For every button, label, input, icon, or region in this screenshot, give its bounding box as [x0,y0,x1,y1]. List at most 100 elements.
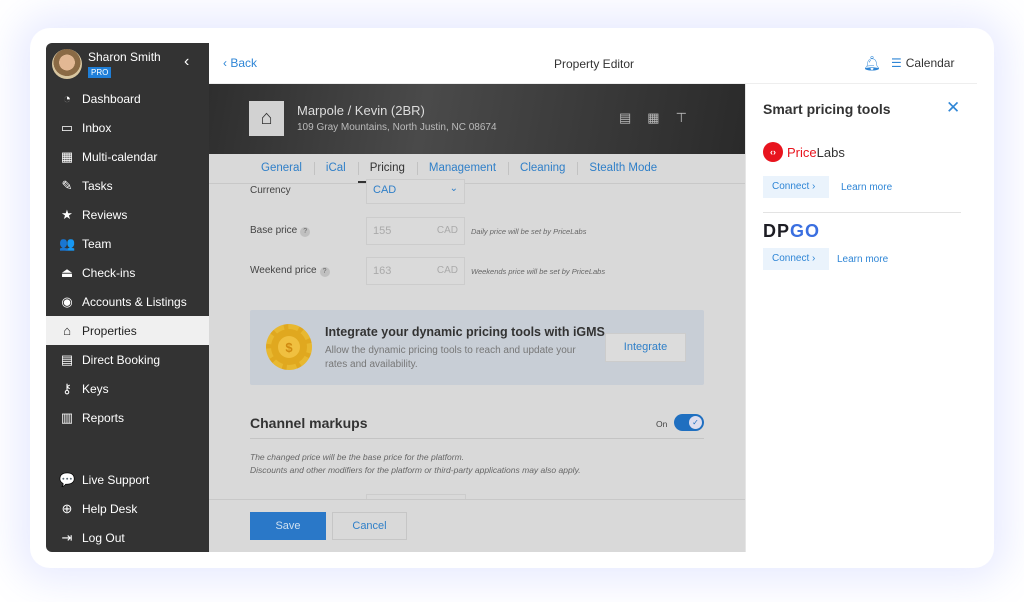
channel-markups-toggle[interactable]: ✓ [674,414,704,431]
home-icon: ⌂ [249,101,284,136]
sidebar-item-inbox[interactable]: ▭ Inbox [46,113,209,142]
weekend-price-hint: Weekends price will be set by PriceLabs [471,267,606,276]
currency-label: Currency [250,185,291,196]
star-icon: ★ [61,206,73,222]
property-editor: ⌂ Marpole / Kevin (2BR) 109 Gray Mountai… [209,84,745,552]
back-button[interactable]: ‹ Back [223,56,257,70]
sidebar-item-label: Multi-calendar [82,149,158,164]
tab-stealth-mode[interactable]: Stealth Mode [577,154,669,183]
dashboard-icon: ◔ [63,91,71,106]
dpgo-learn-more-link[interactable]: Learn more [837,254,888,265]
divider [250,438,704,439]
calendar-search-icon: ☰ [891,56,902,70]
sidebar-item-label: Keys [82,381,109,396]
save-button[interactable]: Save [250,512,326,540]
tab-cleaning[interactable]: Cleaning [508,154,577,183]
tab-general[interactable]: General [249,154,314,183]
sidebar-item-tasks[interactable]: ✎ Tasks [46,171,209,200]
weekend-price-unit: CAD [436,265,458,276]
sidebar-item-dashboard[interactable]: ◔ Dashboard [46,84,209,113]
close-icon[interactable]: ✕ [946,98,960,118]
pricelabs-connect-button[interactable]: Connect › [763,176,829,198]
weekend-price-value: 163 [373,265,392,277]
sidebar-item-reviews[interactable]: ★ Reviews [46,200,209,229]
inbox-icon: ▭ [60,119,74,135]
base-price-value: 155 [373,225,392,237]
message-icon[interactable]: ▤ [619,110,631,126]
banner-description: Allow the dynamic pricing tools to reach… [325,345,576,370]
property-address: 109 Gray Mountains, North Justin, NC 086… [297,122,497,133]
sidebar-item-direct-booking[interactable]: ▤ Direct Booking [46,345,209,374]
chevron-down-icon: ⌄ [449,183,458,194]
team-icon: 👥 [59,235,76,251]
lifebuoy-icon: ⊕ [61,500,73,516]
collapse-sidebar-icon[interactable]: ‹ [184,53,189,71]
sidebar-item-accounts-listings[interactable]: ◉ Accounts & Listings [46,287,209,316]
reports-icon: ▥ [60,409,74,425]
avatar [52,49,82,79]
sidebar-item-label: Live Support [82,472,150,487]
paint-roller-icon[interactable]: ⊤ [676,110,687,126]
calendar-icon: ▦ [60,148,74,164]
sidebar: Sharon Smith PRO ‹ ◔ Dashboard ▭ Inbox ▦ Multi… [46,43,209,552]
base-price-input[interactable]: 155 CAD [366,217,465,245]
home-icon: ⌂ [63,323,71,338]
user-profile[interactable]: Sharon Smith PRO [52,49,161,79]
sidebar-item-live-support[interactable]: 💬 Live Support [46,465,209,494]
sidebar-item-label: Dashboard [82,91,141,106]
base-price-unit: CAD [436,225,458,236]
base-price-hint: Daily price will be set by PriceLabs [471,227,587,236]
calendar-icon[interactable]: ▦ [647,110,659,126]
property-name: Marpole / Kevin (2BR) [297,103,425,118]
property-hero: ⌂ Marpole / Kevin (2BR) 109 Gray Mountai… [209,84,745,154]
sidebar-item-label: Inbox [82,120,112,135]
check-icon: ✓ [689,416,702,429]
sidebar-item-keys[interactable]: ⚷ Keys [46,374,209,403]
channel-markups-description: The changed price will be the base price… [250,452,581,475]
dpgo-connect-button[interactable]: Connect › [763,248,829,270]
key-icon: ⚷ [62,380,72,396]
calendar-button[interactable]: ☰ Calendar [891,56,954,70]
top-bar: ‹ Back Property Editor 🔔︎ ☰ Calendar [209,43,977,84]
panel-title: Smart pricing tools [763,101,891,117]
cancel-button[interactable]: Cancel [332,512,407,540]
currency-select[interactable]: CAD ⌄ [366,179,465,204]
page-title: Property Editor [554,57,635,71]
divider [763,212,961,213]
calendar-label: Calendar [905,56,955,70]
pro-badge: PRO [88,67,112,78]
sidebar-item-team[interactable]: 👥 Team [46,229,209,258]
notification-bell-icon[interactable]: 🔔︎ [863,55,881,72]
pricelabs-learn-more-link[interactable]: Learn more [841,182,892,193]
currency-value: CAD [373,184,397,196]
help-icon[interactable]: ? [300,227,311,237]
sidebar-item-properties[interactable]: ⌂ Properties [46,316,209,345]
sidebar-item-reports[interactable]: ▥ Reports [46,403,209,432]
tab-bar: General iCal Pricing Management Cleaning Stea… [209,154,745,184]
integrate-button[interactable]: Integrate [605,333,686,362]
account-icon: ◉ [61,293,73,309]
help-icon[interactable]: ? [319,267,330,277]
tasks-icon: ✎ [61,177,73,193]
form-footer: Save Cancel [209,499,745,552]
app-window: Sharon Smith PRO ‹ ◔ Dashboard ▭ Inbox ▦ Multi… [46,43,977,552]
sidebar-item-label: Reviews [82,207,128,222]
sidebar-item-label: Properties [82,323,137,338]
sidebar-item-label: Log Out [82,530,125,545]
pricelabs-logo: ‹› Price Labs [763,142,845,162]
chat-icon: 💬 [59,471,76,487]
tab-ical[interactable]: iCal [313,154,358,183]
weekend-price-input[interactable]: 163 CAD [366,257,465,285]
sidebar-item-help-desk[interactable]: ⊕ Help Desk [46,494,209,523]
logout-icon: ⇥ [61,529,73,545]
bell-icon: ⏏ [60,264,74,280]
integration-banner: $ Integrate your dynamic pricing tools w… [250,310,704,385]
back-label: Back [230,56,258,70]
sidebar-item-log-out[interactable]: ⇥ Log Out [46,523,209,552]
sidebar-item-label: Help Desk [82,501,138,516]
user-name: Sharon Smith [88,50,161,64]
pricelabs-icon: ‹› [763,142,783,162]
sidebar-item-multi-calendar[interactable]: ▦ Multi-calendar [46,142,209,171]
base-price-label: Base price? [250,225,311,237]
sidebar-item-check-ins[interactable]: ⏏ Check-ins [46,258,209,287]
